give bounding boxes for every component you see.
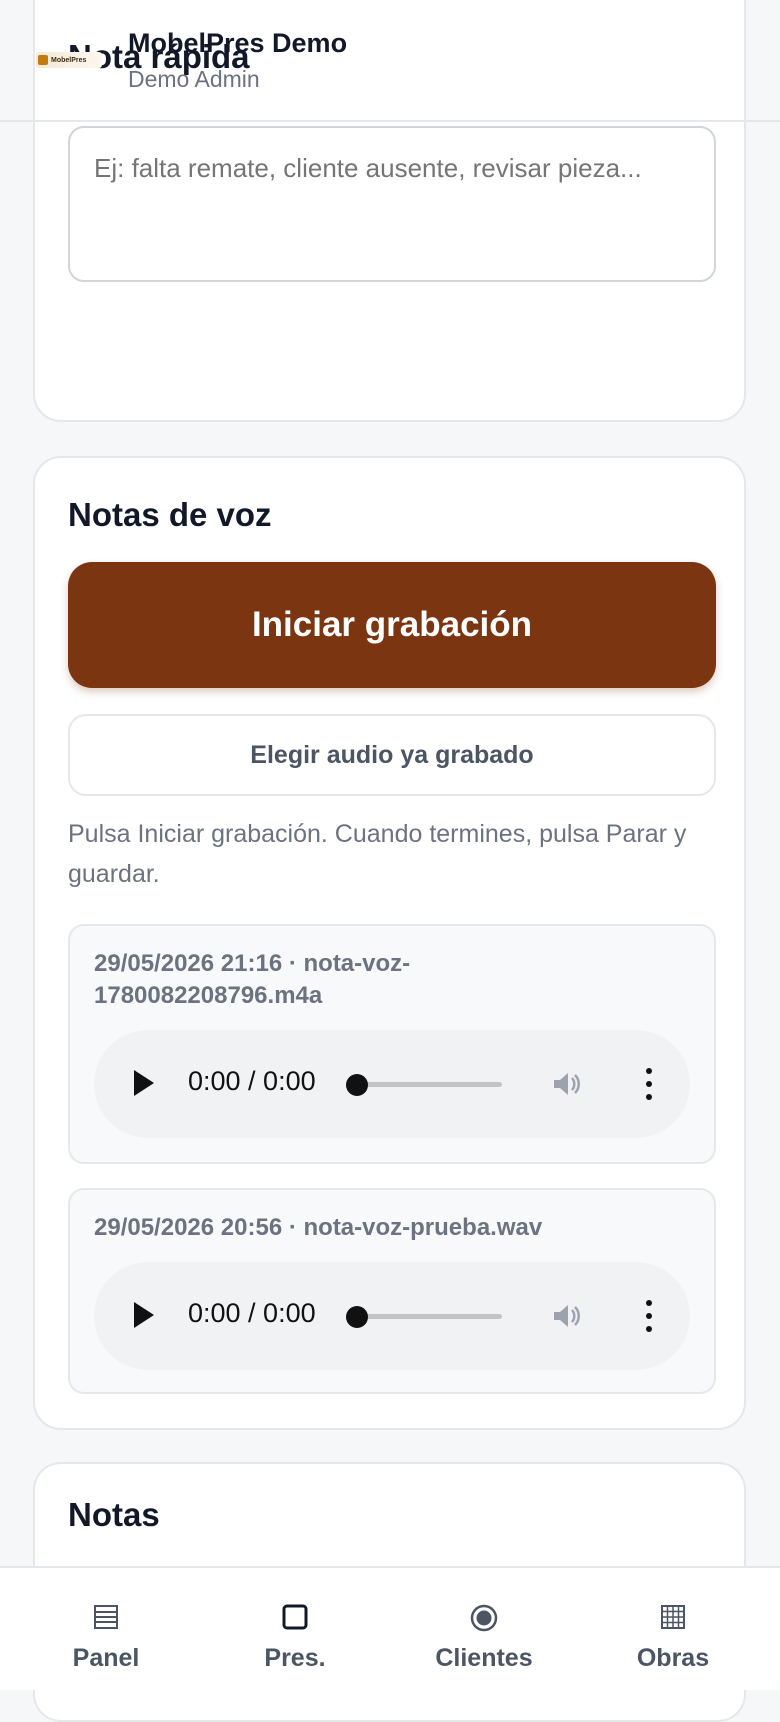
bottom-nav: Panel Pres. Clientes Obras — [0, 1566, 780, 1690]
nav-label: Pres. — [264, 1644, 326, 1672]
app-header: MobelPres MobelPres Demo Demo Admin — [0, 0, 780, 122]
ledger-icon — [94, 1605, 118, 1629]
voice-notes-title: Notas de voz — [68, 496, 272, 533]
quick-note-textarea[interactable] — [68, 126, 716, 282]
choose-audio-button[interactable]: Elegir audio ya grabado — [68, 714, 716, 796]
square-icon — [282, 1604, 308, 1630]
logo-text: MobelPres — [51, 56, 87, 64]
audio-progress-knob[interactable] — [346, 1074, 368, 1096]
voice-note-meta: 29/05/2026 20:56 · nota-voz-prueba.wav — [94, 1214, 543, 1241]
nav-item-panel[interactable]: Panel — [11, 1568, 201, 1690]
notes-title: Notas — [68, 1496, 160, 1533]
audio-progress-track[interactable] — [356, 1314, 502, 1319]
audio-time: 0:00 / 0:00 — [188, 1298, 316, 1328]
app-title: MobelPres Demo — [128, 28, 348, 58]
nav-label: Obras — [636, 1644, 710, 1672]
play-icon[interactable] — [134, 1070, 154, 1096]
nav-item-obras[interactable]: Obras — [578, 1568, 768, 1690]
nav-label: Clientes — [435, 1644, 533, 1672]
volume-icon[interactable] — [550, 1300, 582, 1332]
start-recording-button[interactable]: Iniciar grabación — [68, 562, 716, 688]
audio-progress-knob[interactable] — [346, 1306, 368, 1328]
radio-circle-icon — [470, 1604, 498, 1632]
user-name: Demo Admin — [128, 66, 260, 92]
audio-player: 0:00 / 0:00 — [94, 1030, 690, 1138]
voice-note-item: 29/05/2026 20:56 · nota-voz-prueba.wav 0… — [68, 1188, 716, 1394]
nav-label: Panel — [72, 1644, 140, 1672]
audio-time: 0:00 / 0:00 — [188, 1066, 316, 1096]
play-icon[interactable] — [134, 1302, 154, 1328]
audio-player: 0:00 / 0:00 — [94, 1262, 690, 1370]
voice-note-meta: 29/05/2026 21:16 · nota-voz-178008220879… — [94, 950, 411, 1009]
nav-item-pres[interactable]: Pres. — [200, 1568, 390, 1690]
more-options-icon[interactable] — [646, 1300, 652, 1332]
voice-note-item: 29/05/2026 21:16 · nota-voz-178008220879… — [68, 924, 716, 1164]
nav-item-clientes[interactable]: Clientes — [389, 1568, 579, 1690]
recording-hint: Pulsa Iniciar grabación. Cuando termines… — [68, 820, 687, 888]
audio-progress-track[interactable] — [356, 1082, 502, 1087]
app-logo[interactable]: MobelPres — [36, 52, 102, 68]
voice-notes-card: Notas de voz Iniciar grabación Elegir au… — [33, 456, 746, 1430]
more-options-icon[interactable] — [646, 1068, 652, 1100]
volume-icon[interactable] — [550, 1068, 582, 1100]
logo-mark-icon — [38, 55, 48, 65]
grid-icon — [661, 1605, 685, 1629]
